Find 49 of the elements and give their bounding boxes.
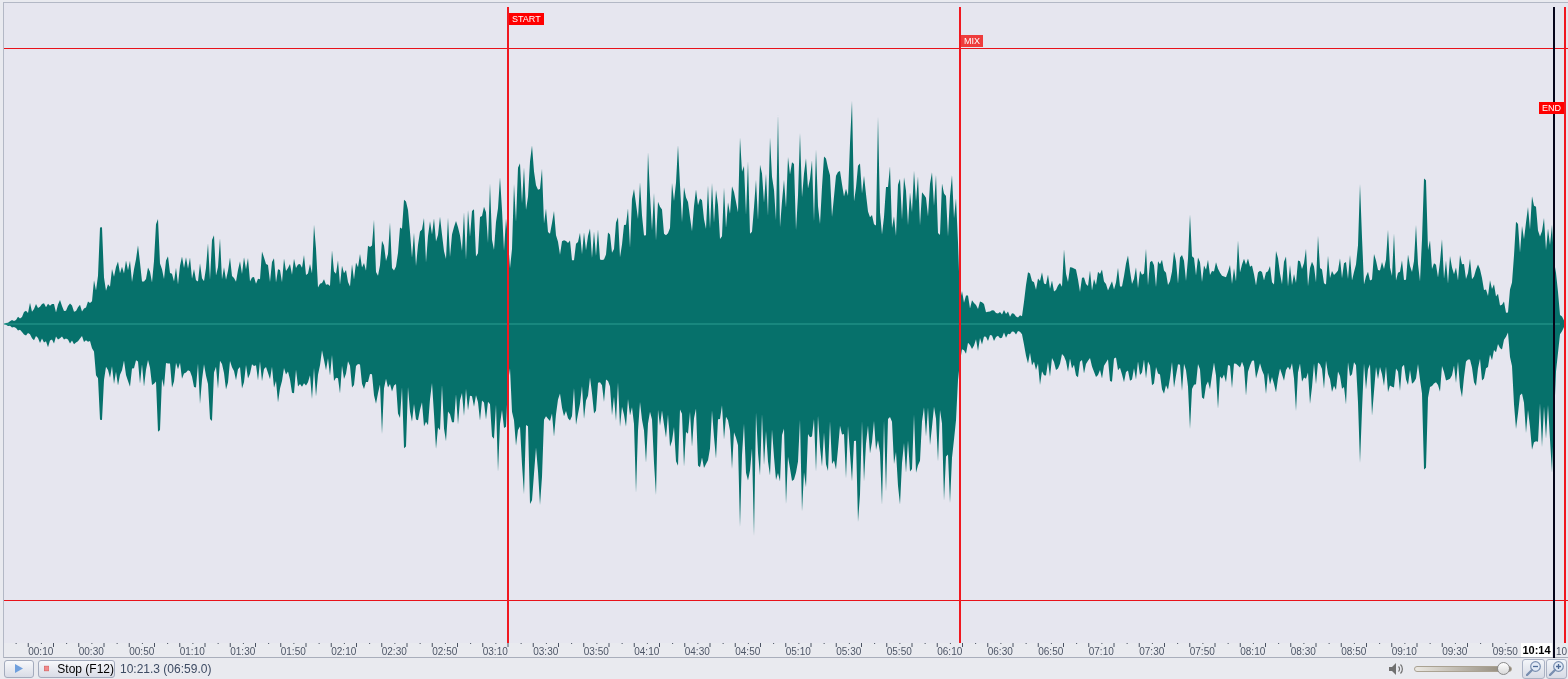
time-label: 08:50: [1341, 646, 1367, 657]
zoom-out-button[interactable]: [1522, 658, 1545, 679]
time-label: 00:50: [129, 646, 155, 657]
marker-label: START: [509, 13, 544, 25]
zoom-in-button[interactable]: [1546, 658, 1567, 679]
marker-label: END: [1539, 102, 1564, 114]
slider-thumb[interactable]: [1497, 662, 1511, 675]
time-label: 02:50: [432, 646, 458, 657]
time-label: 00:10: [28, 646, 54, 657]
time-label: 05:30: [836, 646, 862, 657]
zoom-in-icon: [1549, 661, 1564, 676]
speaker-icon[interactable]: [1388, 661, 1404, 676]
play-button[interactable]: [4, 659, 34, 678]
time-label: 01:10: [179, 646, 205, 657]
time-label: 01:50: [280, 646, 306, 657]
time-label: 03:10: [482, 646, 508, 657]
zoom-out-icon: [1526, 661, 1541, 676]
time-label: 08:30: [1290, 646, 1316, 657]
time-label: 01:30: [230, 646, 256, 657]
play-icon: [15, 664, 23, 673]
marker-line[interactable]: [507, 7, 509, 643]
stop-button[interactable]: Stop (F12): [38, 659, 115, 678]
time-label: 06:10: [937, 646, 963, 657]
marker-line[interactable]: [959, 7, 961, 643]
position-readout: 10:21.3 (06:59.0): [120, 660, 212, 677]
time-label: 07:50: [1189, 646, 1215, 657]
time-label: 03:50: [583, 646, 609, 657]
stop-icon: [44, 664, 50, 673]
time-label: 05:10: [785, 646, 811, 657]
time-label: 09:10: [1391, 646, 1417, 657]
time-label: 04:50: [735, 646, 761, 657]
marker-line[interactable]: [1564, 7, 1566, 643]
time-label: 06:50: [1038, 646, 1064, 657]
time-label: 07:30: [1139, 646, 1165, 657]
time-label: 03:30: [533, 646, 559, 657]
playhead-time: 10:14: [1521, 643, 1552, 657]
time-label: 05:50: [886, 646, 912, 657]
time-label: 02:10: [331, 646, 357, 657]
time-label: 04:30: [684, 646, 710, 657]
time-label: 10: [1556, 646, 1568, 657]
time-label: 00:30: [78, 646, 104, 657]
time-label: 08:10: [1240, 646, 1266, 657]
time-label: 07:10: [1088, 646, 1114, 657]
time-label: 09:30: [1442, 646, 1468, 657]
time-label: 06:30: [987, 646, 1013, 657]
time-label: 04:10: [634, 646, 660, 657]
time-label: 09:50: [1492, 646, 1518, 657]
time-label: 02:30: [381, 646, 407, 657]
marker-label: MIX: [961, 35, 983, 47]
